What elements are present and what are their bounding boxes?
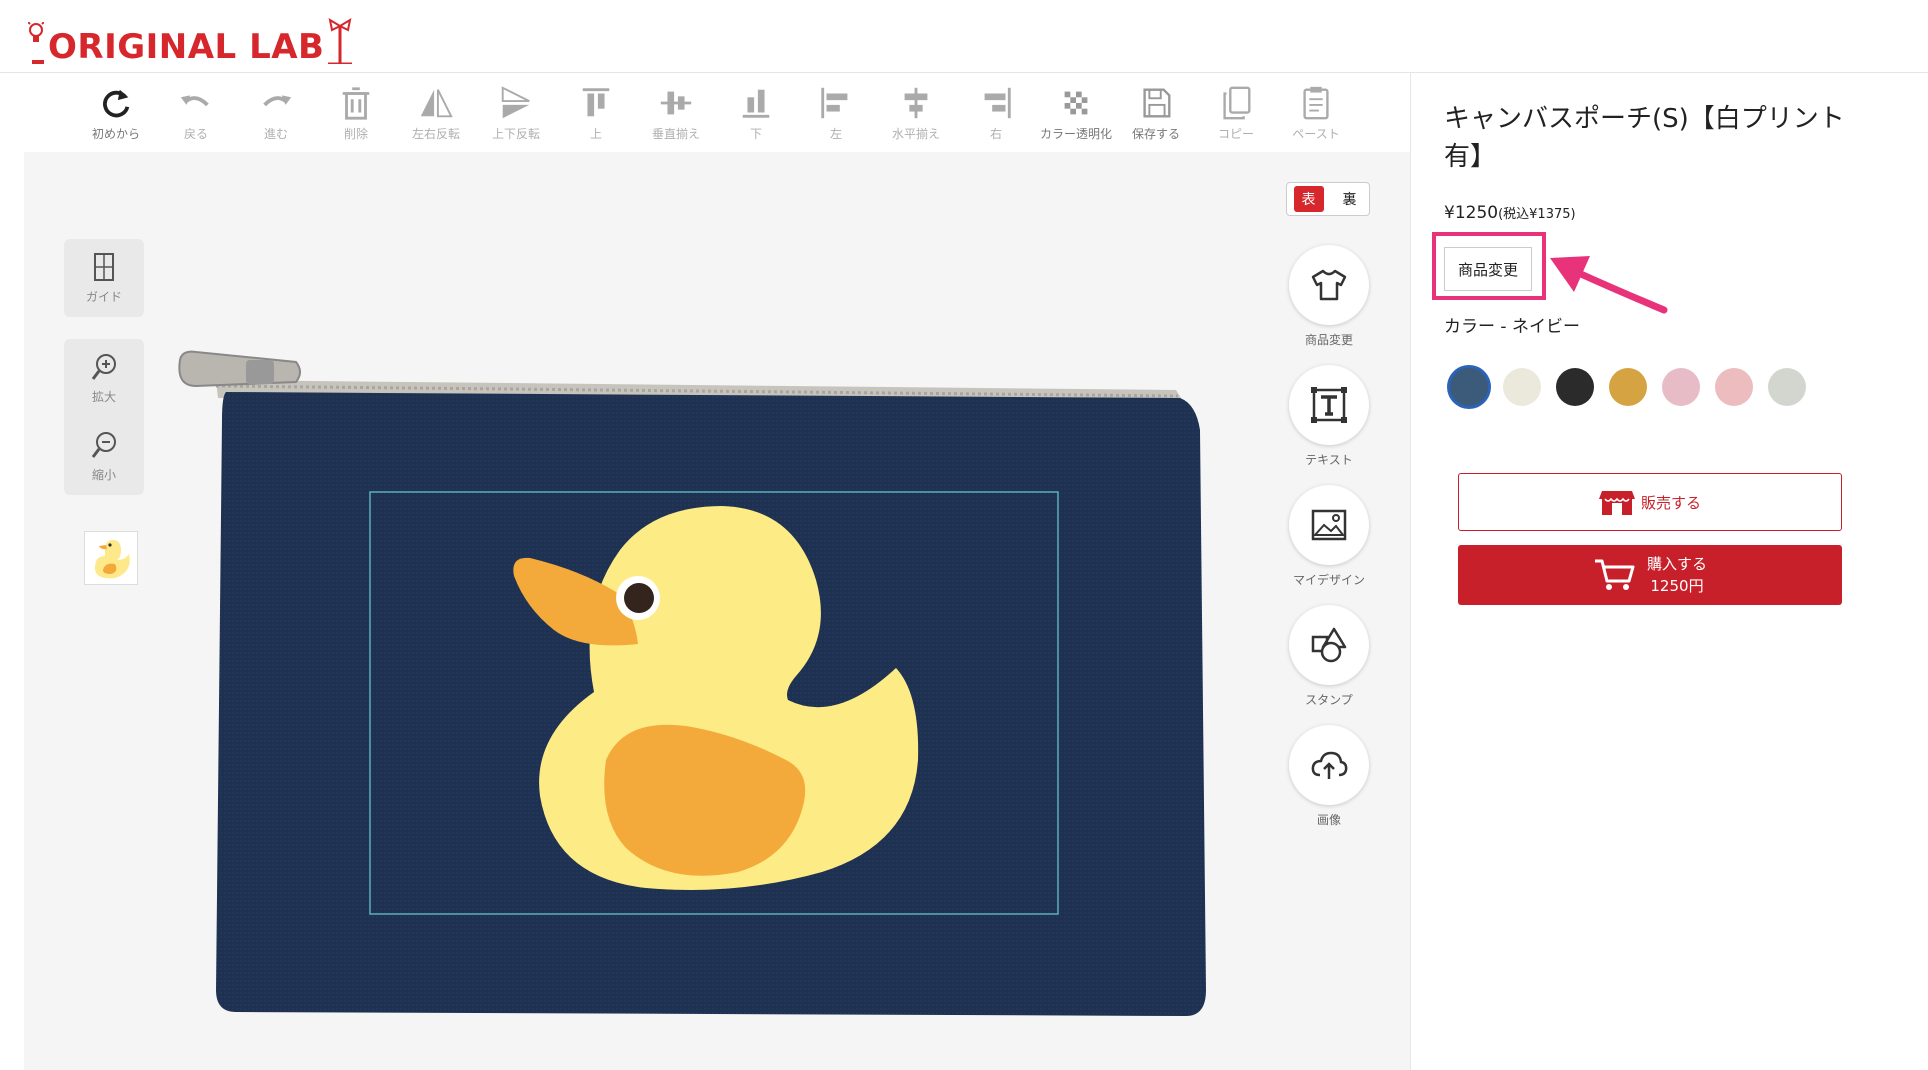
stamp-tool[interactable]: スタンプ — [1288, 605, 1370, 708]
guide-icon — [94, 252, 114, 281]
color-swatch[interactable] — [1556, 368, 1594, 406]
header: ORIGINAL LAB — [0, 0, 1928, 73]
flip-vertical-button[interactable]: 上下反転 — [476, 84, 556, 150]
align-right-icon — [984, 87, 1011, 119]
pointer-arrow-icon — [1550, 256, 1668, 314]
checker-icon — [1064, 91, 1088, 115]
trash-icon — [342, 87, 370, 120]
buy-label: 購入する — [1646, 555, 1707, 573]
color-label: カラー - ネイビー — [1444, 317, 1580, 337]
color-swatches — [1450, 368, 1821, 406]
reset-button[interactable]: 初めから — [76, 84, 156, 150]
color-swatch[interactable] — [1662, 368, 1700, 406]
product-preview — [176, 340, 1210, 1020]
redo-icon — [263, 95, 292, 107]
save-button[interactable]: 保存する — [1116, 84, 1196, 150]
price-tax: (税込¥1375) — [1498, 207, 1576, 222]
color-swatch[interactable] — [1450, 368, 1488, 406]
color-transparent-button[interactable]: カラー透明化 — [1036, 84, 1116, 150]
image-upload-tool[interactable]: 画像 — [1288, 725, 1370, 828]
layer-thumbnail[interactable] — [84, 531, 138, 585]
logo[interactable]: ORIGINAL LAB — [28, 14, 354, 64]
front-tab[interactable]: 表 — [1293, 186, 1324, 212]
duck-thumbnail-image — [95, 540, 130, 579]
ribbon-icon — [328, 18, 353, 64]
paste-icon — [1303, 86, 1329, 120]
buy-button[interactable]: 購入する 1250円 — [1458, 545, 1842, 605]
zoom-out-button[interactable]: 縮小 — [64, 417, 144, 495]
paste-button[interactable]: ペースト — [1276, 84, 1356, 150]
align-top-icon — [582, 88, 610, 117]
reset-icon — [103, 89, 130, 118]
flip-horizontal-button[interactable]: 左右反転 — [396, 84, 476, 150]
delete-button[interactable]: 削除 — [316, 84, 396, 150]
zoom-in-button[interactable]: 拡大 — [64, 339, 144, 417]
flip-horizontal-icon — [420, 89, 453, 118]
editor-toolbar: 初めから 戻る 進む 削除 左右反転 上下反転 上 垂直揃え 下 左 水平揃え … — [24, 78, 1410, 152]
zoom-in-icon — [91, 353, 116, 380]
align-vertical-center-button[interactable]: 垂直揃え — [636, 84, 716, 150]
guide-button[interactable]: ガイド — [64, 239, 144, 317]
change-product-tool[interactable]: 商品変更 — [1288, 245, 1370, 348]
buy-price: 1250円 — [1650, 577, 1704, 595]
redo-button[interactable]: 進む — [236, 84, 316, 150]
flip-vertical-icon — [501, 86, 530, 119]
bulb-icon — [28, 22, 44, 64]
align-horizontal-center-icon — [904, 87, 928, 119]
color-swatch[interactable] — [1503, 368, 1541, 406]
my-design-tool[interactable]: マイデザイン — [1288, 485, 1370, 588]
undo-button[interactable]: 戻る — [156, 84, 236, 150]
align-bottom-icon — [742, 89, 770, 118]
copy-icon — [1223, 86, 1251, 120]
canvas-pouch-image — [178, 350, 1206, 1016]
save-icon — [1143, 88, 1171, 118]
align-top-button[interactable]: 上 — [556, 84, 636, 150]
align-vertical-center-icon — [660, 91, 692, 115]
cart-icon — [1594, 559, 1635, 590]
align-bottom-button[interactable]: 下 — [716, 84, 796, 150]
shapes-icon — [1311, 627, 1347, 663]
align-horizontal-center-button[interactable]: 水平揃え — [876, 84, 956, 150]
align-left-icon — [821, 87, 848, 119]
sell-button[interactable]: 販売する — [1458, 473, 1842, 531]
text-tool[interactable]: テキスト — [1288, 365, 1370, 468]
copy-button[interactable]: コピー — [1196, 84, 1276, 150]
product-price: ¥1250(税込¥1375) — [1444, 203, 1576, 223]
guide-group: ガイド — [64, 239, 144, 317]
undo-icon — [180, 95, 209, 107]
front-back-toggle[interactable]: 表 裏 — [1286, 182, 1370, 216]
color-swatch[interactable] — [1715, 368, 1753, 406]
change-product-button[interactable]: 商品変更 — [1444, 247, 1532, 291]
divider — [1410, 72, 1411, 1070]
color-swatch[interactable] — [1768, 368, 1806, 406]
tshirt-icon — [1311, 269, 1347, 301]
cloud-upload-icon — [1311, 751, 1348, 779]
align-left-button[interactable]: 左 — [796, 84, 876, 150]
logo-text: ORIGINAL LAB — [48, 27, 325, 67]
align-right-button[interactable]: 右 — [956, 84, 1036, 150]
shop-icon — [1598, 491, 1635, 515]
zoom-out-icon — [91, 431, 116, 458]
zoom-group: 拡大 縮小 — [64, 339, 144, 495]
image-frame-icon — [1311, 509, 1347, 541]
back-tab[interactable]: 裏 — [1337, 186, 1363, 212]
text-box-icon — [1311, 387, 1347, 423]
color-swatch[interactable] — [1609, 368, 1647, 406]
product-title: キャンバスポーチ(S)【白プリント有】 — [1444, 104, 1845, 172]
